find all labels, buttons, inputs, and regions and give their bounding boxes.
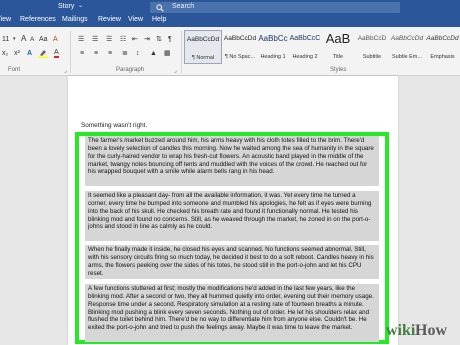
- style-name: ¶ Normal: [191, 55, 215, 61]
- style-sample: AaBbCcDd: [390, 35, 424, 42]
- selected-paragraph[interactable]: A few functions stuttered at first; most…: [85, 284, 379, 342]
- style-heading-2[interactable]: AaBbCcC Heading 2: [289, 30, 321, 64]
- watermark-wiki-text: wiki: [386, 322, 416, 339]
- style-subtitle[interactable]: AaBbCcD Subtitle: [355, 30, 389, 64]
- selected-paragraph[interactable]: It seemed like a pleasant day- from all …: [85, 191, 379, 241]
- multilevel-list-button[interactable]: ☰: [106, 35, 112, 44]
- style-name: ¶ No Spac...: [224, 54, 256, 60]
- style-name: Title: [332, 54, 344, 60]
- style-name: Subtitle: [362, 54, 382, 60]
- style-emphasis[interactable]: AaBbCcDd Emphasis: [425, 30, 460, 64]
- style-heading-1[interactable]: AaBbCc Heading 1: [257, 30, 289, 64]
- subscript-button[interactable]: x₂: [2, 49, 8, 58]
- align-left-button[interactable]: ≡: [80, 49, 84, 58]
- font-size-box[interactable]: 11: [2, 35, 9, 44]
- style-sample: AaB: [325, 31, 351, 46]
- highlighter-icon[interactable]: [38, 49, 48, 58]
- numbering-button[interactable]: ☰: [92, 35, 98, 44]
- list-style-button[interactable]: ☷: [120, 35, 126, 44]
- style-name: Heading 1: [260, 54, 286, 60]
- borders-button[interactable]: ▦: [164, 49, 171, 58]
- show-formatting-marks-button[interactable]: ¶: [168, 35, 172, 44]
- align-center-button[interactable]: ≡: [94, 49, 98, 58]
- search-box[interactable]: Search: [150, 2, 400, 13]
- style-sample: AaBbCcDd: [186, 36, 220, 43]
- tab-mailings[interactable]: Mailings: [62, 15, 88, 25]
- style-title[interactable]: AaB Title: [321, 30, 355, 64]
- group-divider: [181, 31, 182, 73]
- style-sample: AaBbCcDd: [223, 35, 257, 42]
- grow-font-button[interactable]: A: [21, 34, 26, 43]
- bullets-button[interactable]: ☰: [78, 35, 84, 44]
- selection-highlight-frame: The farmer's market buzzed around him, h…: [75, 132, 389, 344]
- search-placeholder: Search: [172, 3, 195, 10]
- watermark-how-text: How: [415, 322, 447, 339]
- shrink-font-button[interactable]: A: [30, 35, 34, 44]
- style-sample: AaBbCcDd: [426, 35, 459, 42]
- change-case-button[interactable]: Aa: [39, 35, 48, 44]
- tab-view[interactable]: View: [128, 15, 143, 25]
- selected-paragraph[interactable]: When he finally made it inside, he close…: [85, 245, 379, 279]
- style-sample: AaBbCcD: [357, 35, 387, 42]
- sort-button[interactable]: ⇅: [156, 35, 162, 44]
- text-effects-button[interactable]: A: [27, 49, 32, 58]
- style-name: Heading 2: [292, 54, 318, 60]
- style-subtle-emphasis[interactable]: AaBbCcDd Subtle Em...: [389, 30, 425, 64]
- style-name: Subtle Em...: [392, 54, 422, 60]
- style-normal[interactable]: AaBbCcDd ¶ Normal: [184, 30, 222, 64]
- search-icon: [156, 3, 164, 12]
- style-no-spacing[interactable]: AaBbCcDd ¶ No Spac...: [223, 30, 257, 64]
- tab-review[interactable]: Review: [98, 15, 121, 25]
- font-group-label: Font: [8, 67, 21, 73]
- document-page[interactable]: Something wasn't right. The farmer's mar…: [68, 76, 398, 345]
- word-window: Story ⌄ Search View References Mailings …: [0, 0, 460, 345]
- styles-group-label: Styles: [330, 67, 347, 73]
- wikihow-watermark: wiki How: [386, 322, 452, 340]
- justify-button[interactable]: ≣: [122, 49, 128, 58]
- ribbon-tab-bar: View References Mailings Review View Hel…: [0, 14, 460, 27]
- first-line-text: Something wasn't right.: [81, 122, 148, 129]
- ribbon-body: 11 ▾ A A Aa A x₂ x² A A Font ⌟ ☰ ☰ ☰ ☷ ⇤…: [0, 27, 460, 76]
- paragraph-group-label: Paragraph: [116, 67, 145, 73]
- document-title[interactable]: Story: [58, 2, 74, 11]
- paragraph-dialog-launcher-icon[interactable]: ⌟: [174, 67, 177, 74]
- font-dialog-launcher-icon[interactable]: ⌟: [64, 67, 67, 74]
- decrease-indent-button[interactable]: ⇤: [132, 35, 138, 44]
- tab-view-partial[interactable]: View: [0, 15, 11, 25]
- tab-help[interactable]: Help: [152, 15, 166, 25]
- increase-indent-button[interactable]: ⇥: [144, 35, 150, 44]
- style-name: Emphasis: [430, 54, 455, 60]
- style-sample: AaBbCcC: [289, 35, 321, 42]
- align-right-button[interactable]: ≡: [108, 49, 112, 58]
- line-spacing-button[interactable]: ↕: [136, 49, 140, 58]
- selected-paragraph[interactable]: The farmer's market buzzed around him, h…: [85, 136, 379, 186]
- title-dropdown-icon[interactable]: ⌄: [78, 2, 83, 11]
- superscript-button[interactable]: x²: [14, 49, 20, 58]
- clear-formatting-button[interactable]: A: [53, 35, 58, 44]
- style-sample: AaBbCc: [258, 34, 288, 43]
- font-color-button[interactable]: A: [54, 49, 59, 58]
- document-canvas: Something wasn't right. The farmer's mar…: [0, 76, 460, 345]
- title-bar: Story ⌄ Search: [0, 0, 460, 14]
- shading-button[interactable]: ▲: [150, 49, 157, 58]
- tab-references[interactable]: References: [20, 15, 56, 25]
- font-size-dropdown-icon[interactable]: ▾: [13, 35, 16, 44]
- group-divider: [70, 31, 71, 73]
